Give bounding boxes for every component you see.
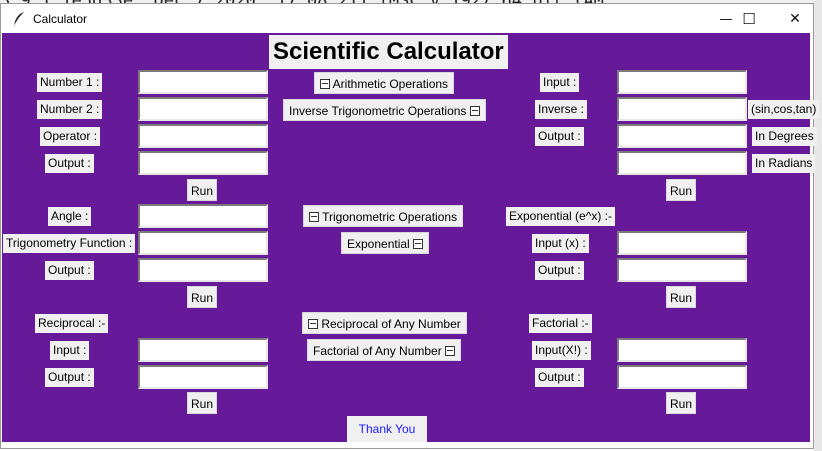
number1-label: Number 1 : bbox=[37, 73, 103, 92]
maximize-button[interactable]: ☐ bbox=[726, 4, 772, 34]
arithmetic-output-label: Output : bbox=[45, 154, 94, 173]
number2-input[interactable] bbox=[138, 97, 268, 121]
exponential-title: Exponential (e^x) :- bbox=[506, 207, 616, 226]
arithmetic-output-field[interactable] bbox=[138, 151, 268, 175]
thank-you-button[interactable]: Thank You bbox=[347, 416, 427, 442]
inverse-output-label: Output : bbox=[535, 127, 584, 146]
number1-input[interactable] bbox=[138, 70, 268, 94]
inverse-trig-toggle-label: Inverse Trigonometric Operations bbox=[289, 104, 467, 118]
inverse-input-label: Input : bbox=[540, 73, 580, 92]
factorial-output-label: Output : bbox=[535, 368, 584, 387]
page-title: Scientific Calculator bbox=[269, 35, 508, 69]
inverse-label: Inverse : bbox=[535, 100, 588, 119]
reciprocal-output-label: Output : bbox=[45, 368, 94, 387]
trig-toggle-label: Trigonometric Operations bbox=[322, 210, 458, 224]
background-scrollbar bbox=[814, 0, 822, 451]
exponential-output-label: Output : bbox=[535, 261, 584, 280]
collapse-box-icon bbox=[413, 239, 424, 249]
inverse-functions-hint: (sin,cos,tan) bbox=[748, 100, 820, 119]
inverse-run-button[interactable]: Run bbox=[666, 179, 696, 201]
trig-toggle-button[interactable]: Trigonometric Operations bbox=[303, 205, 464, 227]
close-button[interactable]: ✕ bbox=[772, 4, 818, 34]
trig-output-label: Output : bbox=[45, 261, 94, 280]
collapse-box-icon bbox=[309, 212, 319, 222]
trig-run-button[interactable]: Run bbox=[187, 286, 217, 308]
angle-label: Angle : bbox=[48, 207, 92, 226]
collapse-box-icon bbox=[308, 319, 318, 329]
operator-label: Operator : bbox=[40, 127, 101, 146]
collapse-box-icon bbox=[445, 346, 456, 356]
reciprocal-run-button[interactable]: Run bbox=[187, 392, 217, 414]
factorial-output-field[interactable] bbox=[617, 365, 747, 389]
exponential-input-field[interactable] bbox=[617, 231, 747, 255]
calculator-body: Scientific Calculator Number 1 : Number … bbox=[2, 33, 820, 442]
exponential-run-button[interactable]: Run bbox=[666, 286, 696, 308]
trig-output-field[interactable] bbox=[138, 258, 268, 282]
arithmetic-toggle-label: Arithmetic Operations bbox=[332, 77, 449, 91]
factorial-title: Factorial :- bbox=[529, 314, 592, 333]
exponential-toggle-label: Exponential bbox=[347, 237, 410, 251]
arithmetic-run-button[interactable]: Run bbox=[187, 179, 217, 201]
trig-function-input[interactable] bbox=[138, 231, 268, 255]
inverse-output-degrees-field[interactable] bbox=[617, 124, 747, 148]
inverse-trig-toggle-button[interactable]: Inverse Trigonometric Operations bbox=[283, 99, 486, 121]
reciprocal-toggle-label: Reciprocal of Any Number bbox=[321, 317, 461, 331]
operator-input[interactable] bbox=[138, 124, 268, 148]
degrees-hint: In Degrees bbox=[752, 127, 817, 146]
reciprocal-toggle-button[interactable]: Reciprocal of Any Number bbox=[302, 312, 467, 334]
feather-icon bbox=[12, 11, 26, 27]
reciprocal-title: Reciprocal :- bbox=[35, 314, 109, 333]
exponential-output-field[interactable] bbox=[617, 258, 747, 282]
number2-label: Number 2 : bbox=[37, 100, 103, 119]
exponential-toggle-button[interactable]: Exponential bbox=[341, 232, 430, 254]
trig-function-label: Trigonometry Function : bbox=[3, 234, 136, 253]
inverse-function-field[interactable] bbox=[617, 97, 747, 121]
collapse-box-icon bbox=[469, 106, 480, 116]
collapse-box-icon bbox=[320, 79, 330, 89]
title-bar[interactable]: Calculator — ☐ ✕ bbox=[1, 4, 813, 34]
factorial-run-button[interactable]: Run bbox=[666, 392, 696, 414]
reciprocal-output-field[interactable] bbox=[138, 365, 268, 389]
angle-input[interactable] bbox=[138, 204, 268, 228]
window-title: Calculator bbox=[33, 12, 88, 26]
inverse-output-radians-field[interactable] bbox=[617, 151, 747, 175]
factorial-toggle-button[interactable]: Factorial of Any Number bbox=[307, 339, 462, 361]
radians-hint: In Radians bbox=[752, 154, 816, 173]
factorial-input-field[interactable] bbox=[617, 338, 747, 362]
arithmetic-toggle-button[interactable]: Arithmetic Operations bbox=[314, 72, 455, 94]
factorial-toggle-label: Factorial of Any Number bbox=[313, 344, 442, 358]
reciprocal-input-label: Input : bbox=[50, 341, 90, 360]
exponential-input-label: Input (x) : bbox=[532, 234, 589, 253]
factorial-input-label: Input(X!) : bbox=[532, 341, 591, 360]
inverse-input-field[interactable] bbox=[617, 70, 747, 94]
reciprocal-input-field[interactable] bbox=[138, 338, 268, 362]
